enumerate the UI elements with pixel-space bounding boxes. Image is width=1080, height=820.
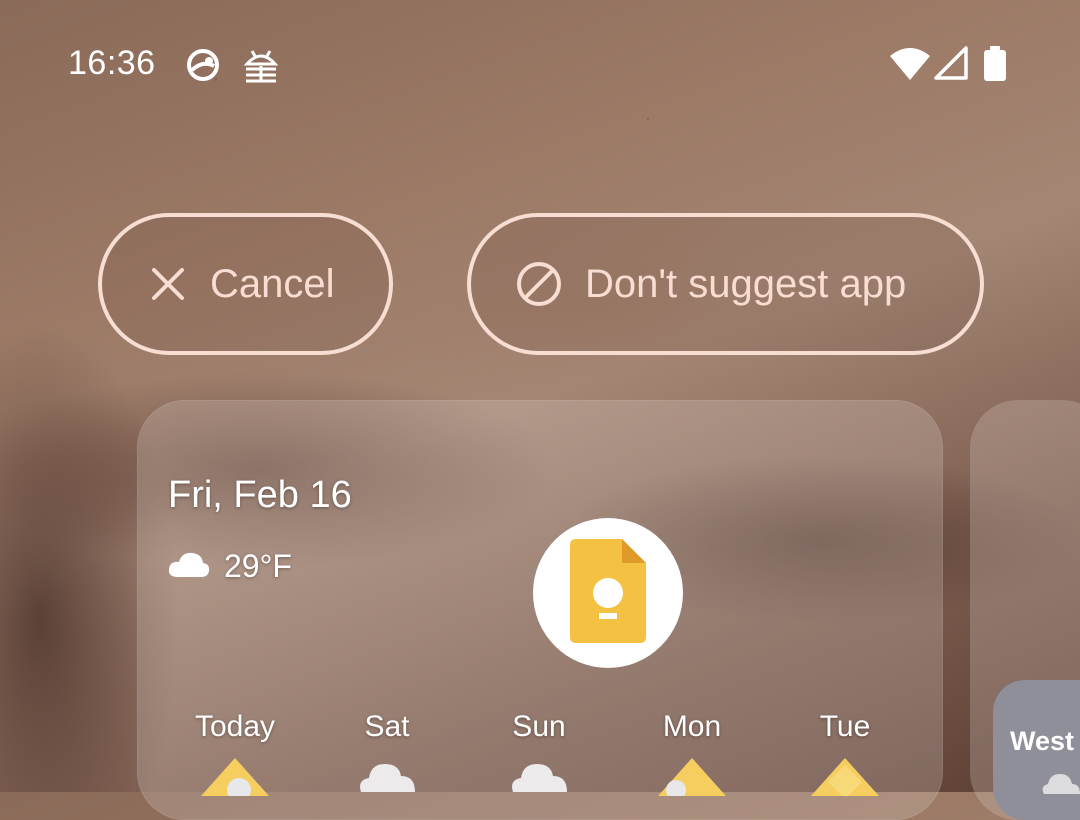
cloud-icon: [507, 756, 571, 797]
partly-sunny-icon: [656, 756, 728, 801]
cell-signal-icon: [934, 46, 968, 85]
weather-date: Fri, Feb 16: [168, 474, 352, 516]
cloud-icon: [1040, 772, 1080, 799]
battery-icon: [983, 46, 1007, 87]
sunny-icon: [809, 756, 881, 801]
block-icon: [515, 260, 563, 308]
sync-profile-icon: [184, 46, 222, 89]
dont-suggest-app-label: Don't suggest app: [585, 261, 907, 306]
current-weather: 29°F: [168, 548, 292, 585]
temperature: 29°F: [224, 548, 292, 584]
close-icon: [148, 264, 188, 304]
clock: 16:36: [68, 44, 156, 82]
forecast-day-mon: Mon: [662, 710, 722, 743]
forecast-day-sat: Sat: [364, 710, 410, 743]
forecast-day-sun: Sun: [512, 710, 566, 743]
cancel-label: Cancel: [210, 261, 335, 306]
location-label: West S: [1010, 726, 1080, 756]
dont-suggest-app-button[interactable]: Don't suggest app: [467, 213, 984, 355]
dragged-app-icon[interactable]: [533, 518, 683, 668]
forecast-day-tue: Tue: [819, 710, 871, 743]
status-bar: 16:36: [0, 0, 1080, 130]
forecast-day-today: Today: [194, 710, 276, 743]
cloud-icon: [168, 549, 210, 584]
google-keep-icon: [570, 538, 646, 648]
android-debug-icon: [243, 46, 279, 89]
cloud-icon: [355, 756, 419, 797]
partly-sunny-icon: [199, 756, 271, 802]
cancel-button[interactable]: Cancel: [98, 213, 393, 355]
wifi-icon: [890, 46, 930, 87]
